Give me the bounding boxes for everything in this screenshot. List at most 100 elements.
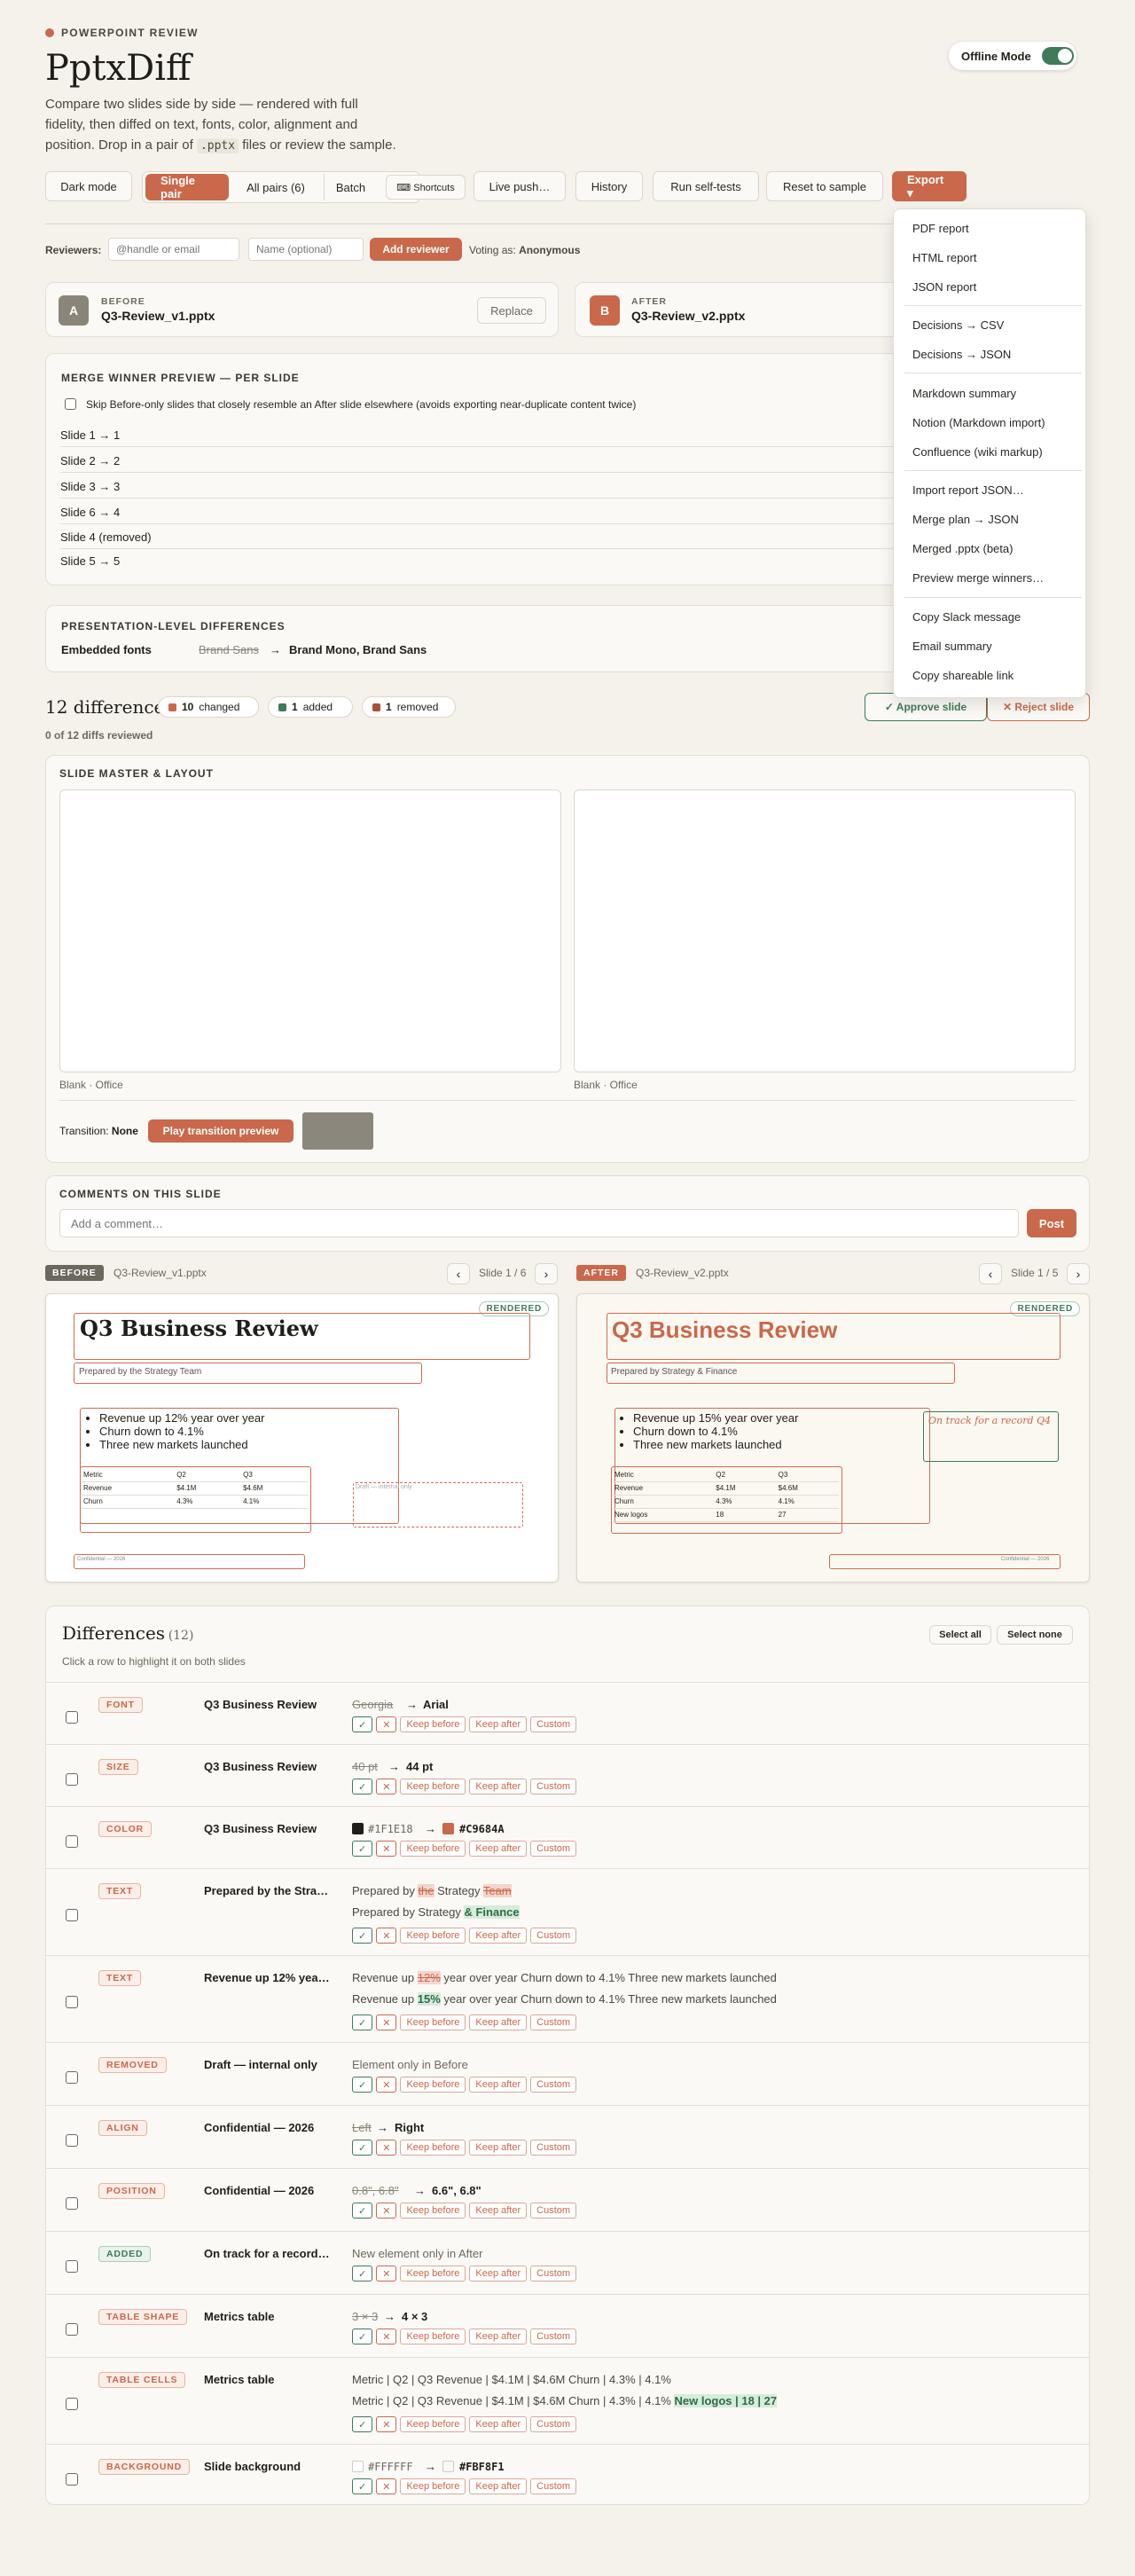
diff-row[interactable]: SIZE Q3 Business Review 40 pt → 44 pt ✓ … [45,1744,1090,1806]
diff-checkbox[interactable] [66,1909,78,1921]
custom-button[interactable]: Custom [530,2416,577,2432]
diff-checkbox[interactable] [66,1996,78,2008]
keep-before-button[interactable]: Keep before [400,1928,466,1944]
toggle-switch[interactable] [1041,47,1074,65]
custom-button[interactable]: Custom [530,2266,577,2281]
keep-after-button[interactable]: Keep after [469,2478,528,2494]
accept-button[interactable]: ✓ [352,1841,373,1857]
accept-button[interactable]: ✓ [352,1779,373,1795]
prev-slide-button[interactable]: ‹ [979,1263,1002,1284]
diff-checkbox[interactable] [66,2473,78,2486]
menu-merged-pptx[interactable]: Merged .pptx (beta) [912,542,1013,555]
comment-input[interactable] [59,1209,1019,1237]
batch-button[interactable]: Batch [324,174,377,200]
accept-button[interactable]: ✓ [352,1928,373,1944]
keep-after-button[interactable]: Keep after [469,2203,528,2219]
keep-after-button[interactable]: Keep after [469,1716,528,1732]
diff-checkbox[interactable] [66,2323,78,2336]
keep-before-button[interactable]: Keep before [400,2329,466,2344]
keep-before-button[interactable]: Keep before [400,1716,466,1732]
accept-button[interactable]: ✓ [352,2266,373,2281]
accept-button[interactable]: ✓ [352,2478,373,2494]
menu-pdf-report[interactable]: PDF report [912,222,969,235]
add-reviewer-button[interactable]: Add reviewer [370,238,462,261]
diff-checkbox[interactable] [66,2398,78,2410]
menu-import-report[interactable]: Import report JSON… [912,483,1024,497]
custom-button[interactable]: Custom [530,1716,577,1732]
diff-checkbox[interactable] [66,2071,78,2084]
diff-checkbox[interactable] [66,1835,78,1848]
single-pair-button[interactable]: Single pair [145,174,229,200]
keep-after-button[interactable]: Keep after [469,1779,528,1795]
export-button[interactable]: Export ▾ [892,171,967,201]
keep-after-button[interactable]: Keep after [469,2014,528,2030]
accept-button[interactable]: ✓ [352,2140,373,2156]
reject-button[interactable]: ✕ [376,1779,397,1795]
diff-checkbox[interactable] [66,2134,78,2147]
custom-button[interactable]: Custom [530,1841,577,1857]
next-slide-button[interactable]: › [1067,1263,1090,1284]
before-layout-thumbnail[interactable] [59,789,561,1072]
diff-row[interactable]: ALIGN Confidential — 2026 Left → Right ✓… [45,2105,1090,2168]
menu-share-link[interactable]: Copy shareable link [912,669,1014,682]
menu-merge-plan[interactable]: Merge plan → JSON [912,513,1019,526]
select-none-button[interactable]: Select none [997,1625,1073,1645]
keep-before-button[interactable]: Keep before [400,2140,466,2156]
custom-button[interactable]: Custom [530,2478,577,2494]
offline-mode-toggle[interactable]: Offline Mode [949,42,1076,70]
diff-row[interactable]: POSITION Confidential — 2026 0.8", 6.8" … [45,2168,1090,2231]
keep-after-button[interactable]: Keep after [469,2329,528,2344]
reject-button[interactable]: ✕ [376,2014,397,2030]
live-push-button[interactable]: Live push… [474,171,566,201]
reviewer-handle-input[interactable] [108,238,239,261]
reject-button[interactable]: ✕ [376,1716,397,1732]
reject-button[interactable]: ✕ [376,2266,397,2281]
reset-sample-button[interactable]: Reset to sample [766,171,883,201]
shortcuts-button[interactable]: ⌨ Shortcuts [386,175,466,200]
menu-json-report[interactable]: JSON report [912,280,976,294]
after-layout-thumbnail[interactable] [574,789,1076,1072]
accept-button[interactable]: ✓ [352,2329,373,2344]
keep-before-button[interactable]: Keep before [400,2478,466,2494]
keep-before-button[interactable]: Keep before [400,2014,466,2030]
accept-button[interactable]: ✓ [352,2203,373,2219]
skip-duplicates-checkbox[interactable] [65,398,76,410]
keep-before-button[interactable]: Keep before [400,2266,466,2281]
diff-checkbox[interactable] [66,2260,78,2273]
keep-before-button[interactable]: Keep before [400,2077,466,2093]
reject-button[interactable]: ✕ [376,2416,397,2432]
keep-after-button[interactable]: Keep after [469,2416,528,2432]
diff-row[interactable]: TEXT Revenue up 12% yea… Revenue up 12% … [45,1955,1090,2042]
menu-preview-merge[interactable]: Preview merge winners… [912,571,1044,585]
custom-button[interactable]: Custom [530,2077,577,2093]
reject-button[interactable]: ✕ [376,2077,397,2093]
keep-before-button[interactable]: Keep before [400,1841,466,1857]
self-tests-button[interactable]: Run self-tests [653,171,759,201]
before-slide-canvas[interactable]: RENDERED Q3 Business Review Prepared by … [45,1293,559,1583]
keep-after-button[interactable]: Keep after [469,1928,528,1944]
history-button[interactable]: History [575,171,643,201]
diff-row[interactable]: TEXT Prepared by the Stra… Prepared by t… [45,1868,1090,1955]
custom-button[interactable]: Custom [530,1928,577,1944]
reject-button[interactable]: ✕ [376,1928,397,1944]
reject-button[interactable]: ✕ [376,2203,397,2219]
menu-decisions-json[interactable]: Decisions → JSON [912,348,1011,361]
diff-row[interactable]: TABLE CELLS Metrics table Metric | Q2 | … [45,2357,1090,2444]
menu-html-report[interactable]: HTML report [912,251,976,264]
menu-decisions-csv[interactable]: Decisions → CSV [912,318,1004,332]
keep-after-button[interactable]: Keep after [469,2140,528,2156]
reviewer-name-input[interactable] [248,238,364,261]
accept-button[interactable]: ✓ [352,2416,373,2432]
select-all-button[interactable]: Select all [929,1625,991,1645]
accept-button[interactable]: ✓ [352,2077,373,2093]
keep-before-button[interactable]: Keep before [400,2203,466,2219]
diff-row[interactable]: REMOVED Draft — internal only Element on… [45,2042,1090,2105]
diff-row[interactable]: TABLE SHAPE Metrics table 3 × 3 → 4 × 3 … [45,2294,1090,2357]
diff-checkbox[interactable] [66,1773,78,1786]
menu-slack[interactable]: Copy Slack message [912,610,1021,624]
accept-button[interactable]: ✓ [352,2014,373,2030]
custom-button[interactable]: Custom [530,2203,577,2219]
reject-button[interactable]: ✕ [376,1841,397,1857]
all-pairs-button[interactable]: All pairs (6) [231,174,320,200]
prev-slide-button[interactable]: ‹ [447,1263,470,1284]
